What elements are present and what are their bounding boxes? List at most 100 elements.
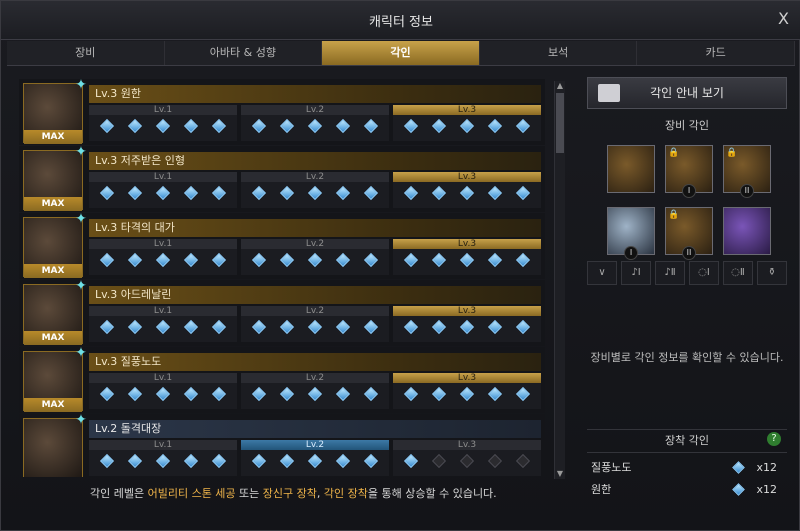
- installed-engraving-header: 장착 각인 ?: [587, 429, 787, 453]
- point-filled-icon: [183, 118, 199, 134]
- level-2: Lv.2: [241, 306, 389, 342]
- point-filled-icon: [211, 118, 227, 134]
- point-filled-icon: [99, 386, 115, 402]
- close-icon[interactable]: X: [778, 9, 789, 28]
- point-filled-icon: [335, 319, 351, 335]
- point-filled-icon: [183, 185, 199, 201]
- level-label: Lv.2: [241, 440, 389, 450]
- level-label: Lv.3: [393, 239, 541, 249]
- footnote-text-1: 각인 레벨은: [90, 487, 148, 500]
- scroll-up-icon[interactable]: ▲: [555, 81, 565, 91]
- engraving-name: Lv.3 질풍노도: [89, 353, 541, 371]
- point-filled-icon: [251, 252, 267, 268]
- point-filled-icon: [251, 118, 267, 134]
- engraving-name: Lv.3 타격의 대가: [89, 219, 541, 237]
- engraving-row[interactable]: ✦ Lv.2 돌격대장 Lv.1 Lv.2 Lv.3: [19, 413, 545, 477]
- engraving-guide-label: 각인 안내 보기: [650, 86, 724, 100]
- level-1: Lv.1: [89, 172, 237, 208]
- rank-badge: II: [682, 246, 696, 260]
- footnote-text-4: 을 통해 상승할 수 있습니다.: [367, 487, 497, 500]
- point-filled-icon: [307, 252, 323, 268]
- necklace-slot[interactable]: [607, 145, 655, 193]
- tab-cards[interactable]: 카드: [637, 41, 795, 65]
- point-filled-icon: [155, 453, 171, 469]
- ring-2-slot-icon[interactable]: ◌Ⅱ: [723, 261, 753, 285]
- point-filled-icon: [431, 185, 447, 201]
- book-icon: [598, 84, 620, 102]
- level-1: Lv.1: [89, 373, 237, 409]
- installed-engraving-title: 장착 각인: [665, 434, 709, 447]
- point-empty-icon: [431, 453, 447, 469]
- tab-gems[interactable]: 보석: [480, 41, 638, 65]
- point-filled-icon: [183, 453, 199, 469]
- ability-stone-slot[interactable]: [723, 207, 771, 255]
- point-filled-icon: [183, 319, 199, 335]
- point-filled-icon: [251, 185, 267, 201]
- level-label: Lv.2: [241, 239, 389, 249]
- sparkle-icon: ✦: [75, 79, 87, 93]
- engraving-guide-button[interactable]: 각인 안내 보기: [587, 77, 787, 109]
- level-1: Lv.1: [89, 306, 237, 342]
- scroll-down-icon[interactable]: ▼: [555, 469, 565, 479]
- engraving-row[interactable]: ✦ MAX Lv.3 저주받은 인형 Lv.1 Lv.2 Lv.3: [19, 145, 545, 212]
- engraving-row[interactable]: ✦ MAX Lv.3 질풍노도 Lv.1 Lv.2 Lv.3: [19, 346, 545, 413]
- necklace-slot-icon[interactable]: ∨: [587, 261, 617, 285]
- point-filled-icon: [335, 453, 351, 469]
- earring-slot-2[interactable]: 🔒 II: [723, 145, 771, 198]
- tab-equipment[interactable]: 장비: [7, 41, 165, 65]
- point-filled-icon: [99, 185, 115, 201]
- point-filled-icon: [211, 319, 227, 335]
- installed-engraving-name: 원한: [591, 483, 612, 496]
- point-filled-icon: [363, 386, 379, 402]
- ring-slot-1[interactable]: I: [607, 207, 655, 260]
- equipment-message: 장비별로 각인 정보를 확인할 수 있습니다.: [590, 351, 784, 364]
- level-2: Lv.2: [241, 172, 389, 208]
- point-filled-icon: [431, 118, 447, 134]
- scrollbar[interactable]: ▲ ▼: [554, 81, 565, 479]
- ring-1-slot-icon[interactable]: ◌Ⅰ: [689, 261, 719, 285]
- point-filled-icon: [127, 185, 143, 201]
- point-filled-icon: [335, 118, 351, 134]
- point-filled-icon: [307, 386, 323, 402]
- point-filled-icon: [99, 319, 115, 335]
- earring-1-slot-icon[interactable]: ♪Ⅰ: [621, 261, 651, 285]
- lock-icon: 🔒: [726, 148, 738, 158]
- engraving-name: Lv.2 돌격대장: [89, 420, 541, 438]
- point-filled-icon: [403, 319, 419, 335]
- level-2: Lv.2: [241, 105, 389, 141]
- level-3: Lv.3: [393, 172, 541, 208]
- level-3: Lv.3: [393, 373, 541, 409]
- point-filled-icon: [211, 252, 227, 268]
- engraving-name: Lv.3 아드레날린: [89, 286, 541, 304]
- point-filled-icon: [279, 386, 295, 402]
- engraving-row[interactable]: ✦ MAX Lv.3 타격의 대가 Lv.1 Lv.2 Lv.3: [19, 212, 545, 279]
- help-icon[interactable]: ?: [767, 432, 781, 446]
- point-filled-icon: [515, 185, 531, 201]
- stone-slot-icon[interactable]: ⚱: [757, 261, 787, 285]
- point-filled-icon: [403, 185, 419, 201]
- ring-slot-2[interactable]: 🔒 II: [665, 207, 713, 260]
- engraving-levels: Lv.1 Lv.2 Lv.3: [89, 306, 541, 342]
- installed-engraving-row: 질풍노도 x12: [587, 459, 787, 477]
- tab-engraving[interactable]: 각인: [322, 41, 480, 65]
- point-filled-icon: [431, 319, 447, 335]
- earring-slot-1[interactable]: 🔒 I: [665, 145, 713, 198]
- point-filled-icon: [155, 252, 171, 268]
- engraving-row[interactable]: ✦ MAX Lv.3 원한 Lv.1 Lv.2 Lv.3: [19, 79, 545, 145]
- engraving-icon: ✦ MAX: [23, 145, 87, 211]
- max-badge: MAX: [24, 197, 82, 211]
- point-filled-icon: [459, 319, 475, 335]
- earring-2-slot-icon[interactable]: ♪Ⅱ: [655, 261, 685, 285]
- sparkle-icon: ✦: [75, 144, 87, 160]
- lock-icon: 🔒: [668, 148, 680, 158]
- scroll-thumb[interactable]: [556, 93, 564, 153]
- point-filled-icon: [403, 252, 419, 268]
- point-filled-icon: [459, 118, 475, 134]
- point-filled-icon: [307, 319, 323, 335]
- engraving-row[interactable]: ✦ MAX Lv.3 아드레날린 Lv.1 Lv.2 Lv.3: [19, 279, 545, 346]
- point-filled-icon: [363, 185, 379, 201]
- point-empty-icon: [487, 453, 503, 469]
- point-filled-icon: [307, 185, 323, 201]
- engraving-point-icon: [732, 461, 745, 474]
- tab-avatar[interactable]: 아바타 & 성향: [165, 41, 323, 65]
